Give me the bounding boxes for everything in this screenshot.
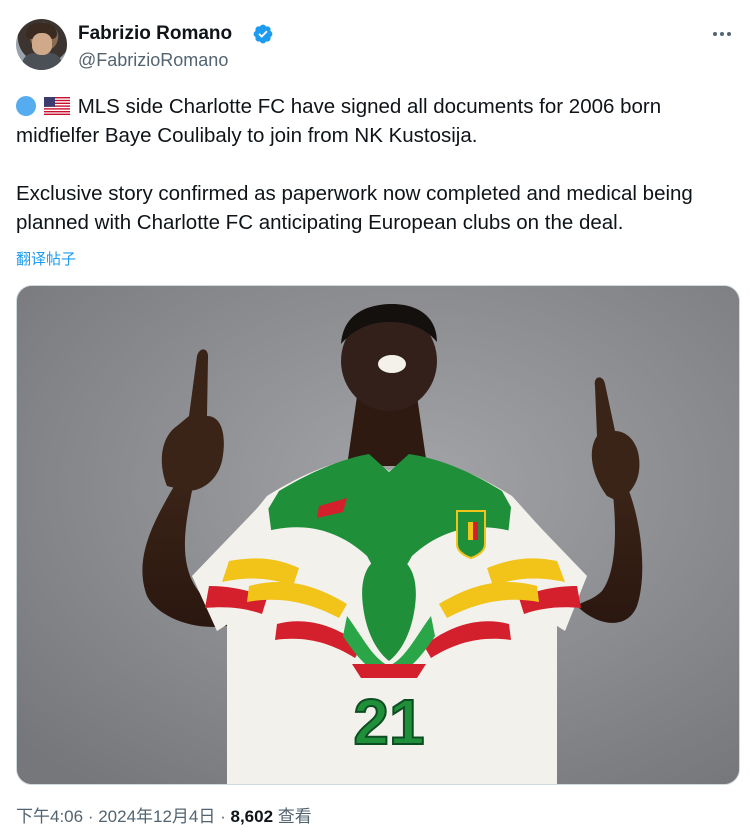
tweet-time[interactable]: 下午4:06 — [16, 807, 83, 826]
translate-post-link[interactable]: 翻译帖子 — [16, 250, 76, 270]
more-options-icon[interactable] — [710, 24, 734, 44]
tweet-media-photo[interactable]: 21 — [16, 285, 740, 785]
tweet-meta: 下午4:06 · 2024年12月4日 · 8,602 查看 — [16, 806, 312, 828]
meta-separator: · — [83, 807, 99, 826]
author-name[interactable]: Fabrizio Romano — [78, 22, 232, 46]
author-handle[interactable]: @FabrizioRomano — [78, 49, 228, 71]
blue-circle-emoji — [16, 96, 36, 116]
tweet-text: MLS side Charlotte FC have signed all do… — [16, 92, 738, 237]
avatar[interactable] — [16, 19, 67, 70]
tweet-paragraph-1: MLS side Charlotte FC have signed all do… — [16, 92, 738, 150]
tweet-paragraph-1-text: MLS side Charlotte FC have signed all do… — [16, 95, 662, 147]
us-flag-emoji — [43, 97, 70, 115]
player-photo: 21 — [17, 286, 739, 784]
views-count: 8,602 — [230, 807, 274, 826]
jersey-number: 21 — [353, 686, 424, 758]
verified-badge-icon — [253, 24, 273, 44]
tweet-header: Fabrizio Romano @FabrizioRomano — [16, 16, 734, 76]
views-label: 查看 — [277, 807, 312, 826]
tweet-date[interactable]: 2024年12月4日 — [98, 807, 215, 826]
meta-separator: · — [215, 807, 231, 826]
tweet-paragraph-2: Exclusive story confirmed as paperwork n… — [16, 182, 693, 234]
